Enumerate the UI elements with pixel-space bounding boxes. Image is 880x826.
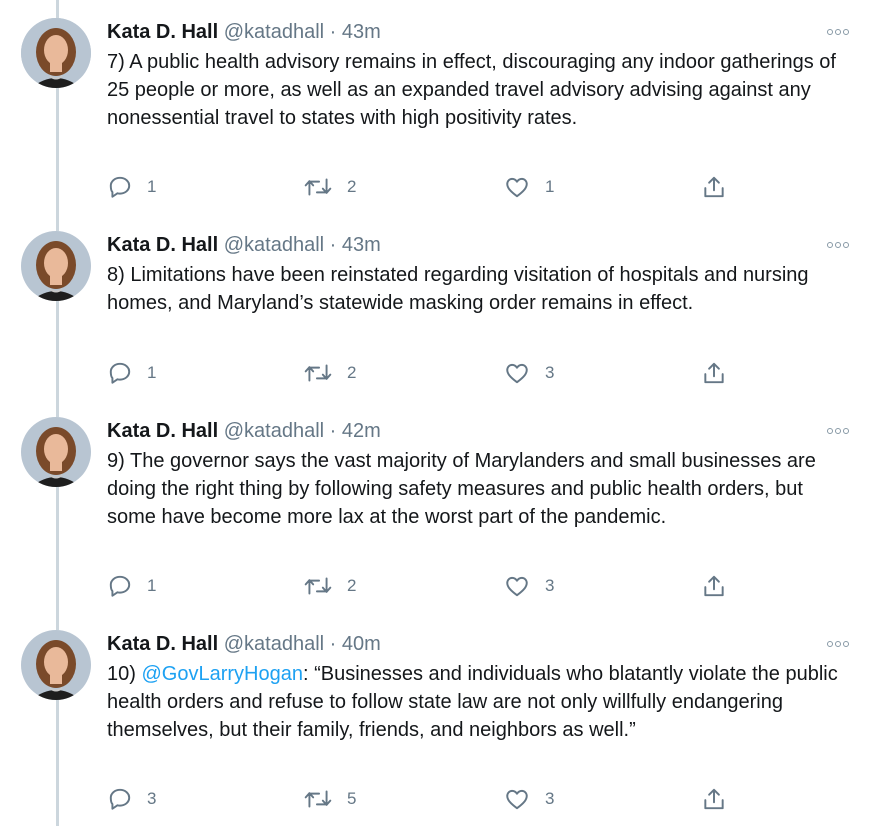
like-count: 3: [545, 576, 555, 595]
reply-count: 1: [147, 363, 157, 382]
tweet-text: 10) @GovLarryHogan: “Businesses and indi…: [107, 660, 852, 744]
retweet-icon: [304, 178, 332, 196]
retweet-icon: [304, 790, 332, 808]
reply-button[interactable]: 1: [107, 173, 156, 201]
like-icon: [506, 789, 528, 810]
like-button[interactable]: 1: [503, 173, 554, 201]
like-count: 3: [545, 789, 555, 808]
share-button[interactable]: [701, 173, 727, 201]
share-icon: [704, 788, 724, 810]
more-icon[interactable]: [827, 425, 855, 437]
reply-icon: [109, 176, 131, 198]
tweet-header: Kata D. Hall @katadhall · 43m: [107, 231, 852, 259]
tweet-text: 8) Limitations have been reinstated rega…: [107, 261, 852, 317]
author-name[interactable]: Kata D. Hall: [107, 234, 218, 256]
tweet-header: Kata D. Hall @katadhall · 42m: [107, 417, 852, 445]
author-name[interactable]: Kata D. Hall: [107, 21, 218, 43]
tweet-actions: 1 2 3: [107, 572, 747, 600]
author-handle[interactable]: @katadhall: [224, 633, 324, 655]
avatar[interactable]: [21, 630, 91, 700]
reply-button[interactable]: 3: [107, 785, 156, 813]
like-button[interactable]: 3: [503, 785, 554, 813]
share-button[interactable]: [701, 785, 727, 813]
reply-icon: [109, 362, 131, 384]
like-icon: [506, 576, 528, 597]
like-icon: [506, 363, 528, 384]
thread-line: [56, 0, 59, 826]
author-handle[interactable]: @katadhall: [224, 234, 324, 256]
retweet-button[interactable]: 5: [303, 785, 356, 813]
avatar-image: [21, 630, 91, 700]
share-icon: [704, 575, 724, 597]
more-icon[interactable]: [827, 239, 855, 251]
tweet-text: 9) The governor says the vast majority o…: [107, 447, 852, 531]
separator: ·: [329, 633, 337, 655]
author-handle[interactable]: @katadhall: [224, 420, 324, 442]
retweet-count: 5: [347, 789, 357, 808]
tweet-text-body: 7) A public health advisory remains in e…: [107, 51, 836, 129]
avatar[interactable]: [21, 417, 91, 487]
avatar-image: [21, 231, 91, 301]
more-icon[interactable]: [827, 638, 855, 650]
retweet-button[interactable]: 2: [303, 572, 356, 600]
reply-button[interactable]: 1: [107, 359, 156, 387]
retweet-count: 2: [347, 363, 357, 382]
tweet-actions: 3 5 3: [107, 785, 747, 813]
avatar-image: [21, 417, 91, 487]
reply-button[interactable]: 1: [107, 572, 156, 600]
like-button[interactable]: 3: [503, 572, 554, 600]
tweet-text-body: 9) The governor says the vast majority o…: [107, 450, 816, 528]
like-count: 1: [545, 177, 555, 196]
share-button[interactable]: [701, 572, 727, 600]
avatar[interactable]: [21, 18, 91, 88]
tweet-header: Kata D. Hall @katadhall · 43m: [107, 18, 852, 46]
retweet-button[interactable]: 2: [303, 173, 356, 201]
tweet-text: 7) A public health advisory remains in e…: [107, 48, 852, 132]
reply-count: 1: [147, 177, 157, 196]
separator: ·: [329, 21, 337, 43]
tweet-text-body: 8) Limitations have been reinstated rega…: [107, 264, 809, 314]
mention-link[interactable]: @GovLarryHogan: [141, 663, 302, 685]
retweet-icon: [304, 364, 332, 382]
timestamp[interactable]: 43m: [342, 234, 381, 256]
author-name[interactable]: Kata D. Hall: [107, 633, 218, 655]
separator: ·: [329, 420, 337, 442]
retweet-count: 2: [347, 576, 357, 595]
retweet-icon: [304, 577, 332, 595]
retweet-count: 2: [347, 177, 357, 196]
reply-count: 1: [147, 576, 157, 595]
timestamp[interactable]: 42m: [342, 420, 381, 442]
reply-icon: [109, 575, 131, 597]
reply-icon: [109, 788, 131, 810]
like-icon: [506, 177, 528, 198]
author-handle[interactable]: @katadhall: [224, 21, 324, 43]
avatar-image: [21, 18, 91, 88]
more-icon[interactable]: [827, 26, 855, 38]
share-icon: [704, 362, 724, 384]
like-button[interactable]: 3: [503, 359, 554, 387]
author-name[interactable]: Kata D. Hall: [107, 420, 218, 442]
tweet-actions: 1 2 3: [107, 359, 747, 387]
reply-count: 3: [147, 789, 157, 808]
like-count: 3: [545, 363, 555, 382]
tweet-header: Kata D. Hall @katadhall · 40m: [107, 630, 852, 658]
separator: ·: [329, 234, 337, 256]
share-icon: [704, 176, 724, 198]
retweet-button[interactable]: 2: [303, 359, 356, 387]
tweet-text-prefix: 10): [107, 663, 142, 685]
timestamp[interactable]: 43m: [342, 21, 381, 43]
share-button[interactable]: [701, 359, 727, 387]
timestamp[interactable]: 40m: [342, 633, 381, 655]
tweet-actions: 1 2 1: [107, 173, 747, 201]
avatar[interactable]: [21, 231, 91, 301]
